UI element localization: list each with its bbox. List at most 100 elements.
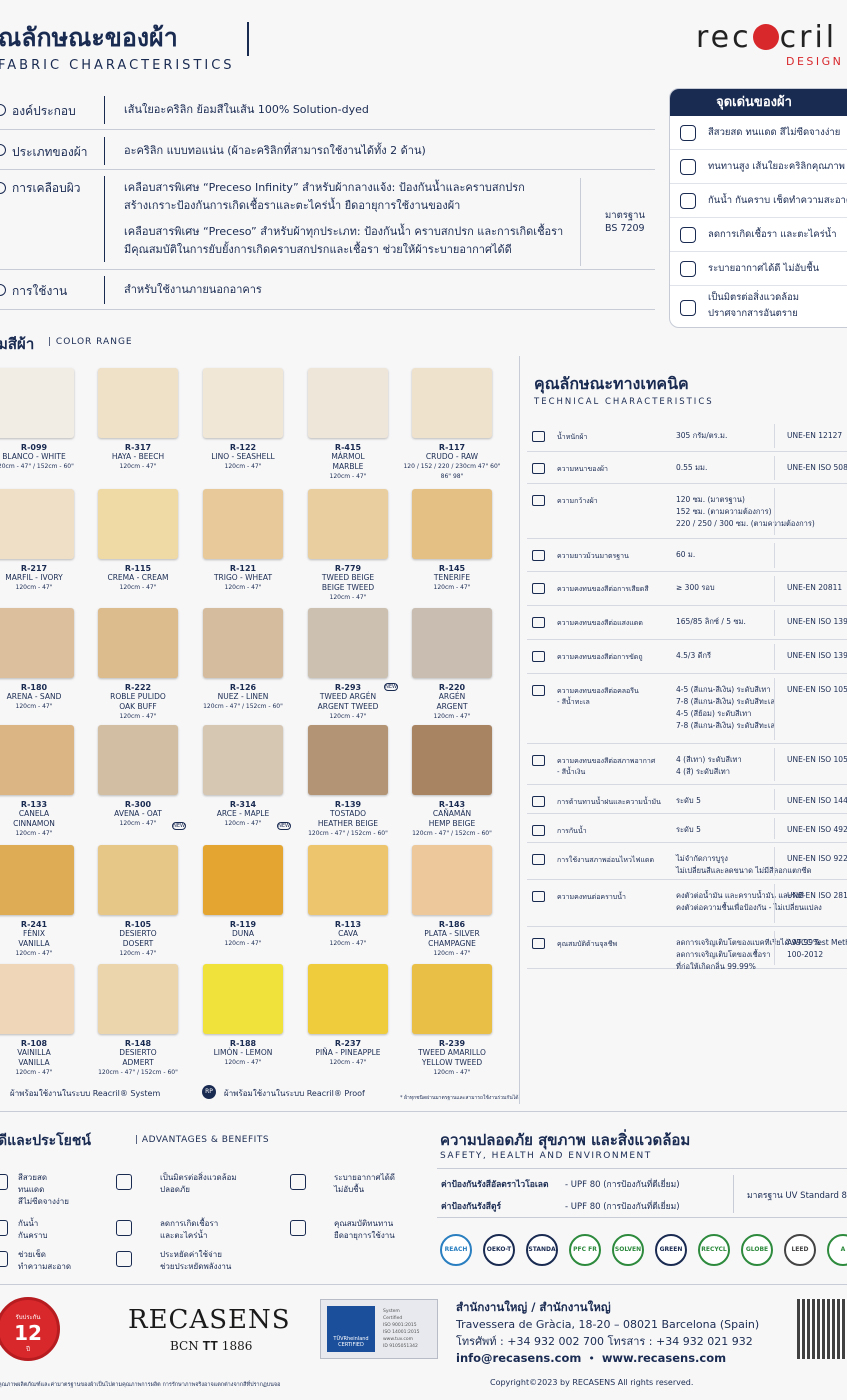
composition-icon <box>0 104 6 116</box>
new-badge: NEW <box>277 822 291 830</box>
swatch-name: ROBLE PULIDO <box>110 692 166 701</box>
qr-code[interactable] <box>797 1299 847 1359</box>
swatch: R-188 LIMÓN - LEMON 120cm - 47" <box>191 964 295 1068</box>
advantage-line: กันคราบ <box>18 1231 48 1240</box>
spec-value: 0.55 มม. <box>676 463 708 472</box>
swatch-code: R-220 <box>438 683 466 692</box>
swatch: R-239 TWEED AMARILLO YELLOW TWEED 120cm - 4… <box>400 964 504 1078</box>
tuv-line: Certified <box>383 1316 403 1321</box>
swatch: R-222 ROBLE PULIDO OAK BUFF 120cm - 47" <box>86 608 190 722</box>
swatch: R-099 BLANCO - WHITE 120cm - 47" / 152cm -… <box>0 368 86 472</box>
row-label: การเคลือบผิว <box>12 181 81 195</box>
swatch-size: 120cm - 47" <box>15 1069 53 1076</box>
swatch-size: 120cm - 47" <box>433 713 471 720</box>
tuv-line: www.tuv.com <box>383 1337 414 1342</box>
advantage-line: ยืดอายุการใช้งาน <box>334 1231 395 1240</box>
spec-label: ความคงทนของสีต่อสภาพอากาศ <box>557 757 656 765</box>
swatch-name: MARBLE <box>332 462 364 471</box>
spec-value: 305 กรัม/ตร.ม. <box>676 431 728 440</box>
advantage-line: คุณสมบัติทนทาน <box>334 1219 394 1228</box>
swatch-code: R-779 <box>334 564 362 573</box>
air-icon <box>290 1174 306 1190</box>
swatch: R-180 ARENA - SAND 120cm - 47" <box>0 608 86 712</box>
swatch: R-117 CRUDO - RAW 120 / 152 / 220 / 230cm … <box>400 368 504 482</box>
recasens-subtitle: BCN 𝐓𝐓 1886 <box>170 1339 253 1353</box>
spec-label: การต้านทานน้ำฝนและความน้ำมัน <box>557 798 661 806</box>
advantage-line: ทนแดด <box>18 1185 45 1194</box>
safety-table: ค่าป้องกันรังสีอัลตราไวโอเลต - UPF 80 (ก… <box>437 1168 847 1218</box>
swatch-name: HEATHER BEIGE <box>317 819 379 828</box>
technical-subtitle: TECHNICAL CHARACTERISTICS <box>534 397 714 407</box>
spec-standard: UNE-EN ISO 144 <box>787 796 847 805</box>
swatch-chip <box>98 964 178 1034</box>
row-value: มีคุณสมบัติในการยับยั้งการเกิดคราบสกปรกแ… <box>124 243 512 256</box>
spec-standard: UNE-EN ISO 2813 <box>787 891 847 900</box>
technical-row: ความคงทนต่อคราบน้ำ คงตัวต่อน้ำมัน และคราบ… <box>527 880 847 927</box>
swatch-chip <box>203 489 283 559</box>
swatch-size: 120cm - 47" <box>329 594 367 601</box>
advantages-title: ุดีและประโยชน์ <box>0 1133 91 1149</box>
swatch-name: ARGENT TWEED <box>317 702 379 711</box>
swatch-code: R-180 <box>20 683 48 692</box>
technical-row: ความคงทนของสีต่อแสงแดด 165/85 ลิกซ์ / 5 ซ… <box>527 606 847 640</box>
advantage-text: ลดการเกิดเชื้อรา และตะไคร่น้ำ <box>160 1218 218 1242</box>
office-email[interactable]: info@recasens.com <box>456 1351 581 1365</box>
swatch-chip <box>98 845 178 915</box>
swatch-name: PLATA - SILVER <box>424 929 480 938</box>
highlight-text: เป็นมิตรต่อสิ่งแวดล้อม <box>708 292 800 303</box>
swatch-name: PIÑA - PINEAPPLE <box>315 1048 381 1057</box>
swatch-size: 120cm - 47" <box>329 1059 367 1066</box>
spec-value: ระดับ 5 <box>676 825 701 834</box>
office-website[interactable]: www.recasens.com <box>602 1351 726 1365</box>
spec-icon <box>532 431 545 442</box>
color-range-subtitle: | COLOR RANGE <box>48 337 133 347</box>
swatch-chip <box>308 845 388 915</box>
system-note: ผ้าพร้อมใช้งานในระบบ Reacril® System <box>10 1089 161 1098</box>
composition-row: ประเภทของผ้า อะคริลิก แบบทอแน่น (ผ้าอะคร… <box>0 130 655 170</box>
spec-value: 60 ม. <box>676 550 696 559</box>
swatch-code: R-133 <box>20 800 48 809</box>
swatch-name: CAÑAMÁN <box>432 809 472 818</box>
advantage-text: คุณสมบัติทนทานยืดอายุการใช้งาน <box>334 1218 395 1242</box>
swatch-name: VAINILLA <box>17 1048 51 1057</box>
swatch-chip <box>0 489 74 559</box>
spec-divider <box>774 818 775 839</box>
swatch: R-220 ARGÉN ARGENT 120cm - 47" <box>400 608 504 722</box>
swatch-size: 120cm - 47" <box>119 463 157 470</box>
swatch-chip <box>412 489 492 559</box>
swatch-chip <box>308 608 388 678</box>
swatch-footnote: * ผ้าทุกชนิดผ่านมาตรฐานและสามารถใช้งานร่… <box>400 1095 519 1101</box>
spec-divider <box>774 456 775 480</box>
technical-row: น้ำหนักผ้า 305 กรัม/ตร.ม. UNE-EN 12127 <box>527 420 847 452</box>
swatch-code: R-148 <box>124 1039 152 1048</box>
swatch-size: 120cm - 47" <box>224 940 262 947</box>
saving-icon <box>116 1251 132 1267</box>
swatch-name: ADMERT <box>122 1058 154 1067</box>
swatch-name: CHAMPAGNE <box>428 939 476 948</box>
swatch-code: R-300 <box>124 800 152 809</box>
standard-label: มาตรฐาน <box>605 210 645 221</box>
spec-value: 4 (สี) ระดับสีเทา <box>676 767 730 776</box>
spec-standard: 100-2012 <box>787 950 824 959</box>
swatch-code: R-139 <box>334 800 362 809</box>
spec-value: 7-8 (สีแกน-สีเงิน) ระดับสีทะเล <box>676 697 775 706</box>
swatch-code: R-317 <box>124 443 152 452</box>
swatch-name: DESIERTO <box>119 929 157 938</box>
swatch-size: 120cm - 47" <box>433 1069 471 1076</box>
tuv-logo: TÜVRheinland CERTIFIED <box>327 1306 375 1352</box>
composition-row: องค์ประกอบ เส้นใยอะคริลิก ย้อมสีในเส้น 1… <box>0 88 655 130</box>
technical-row: คุณสมบัติต้านจุลชีพ ลดการเจริญเติบโตของแบ… <box>527 927 847 971</box>
breathable-icon <box>680 260 696 277</box>
spec-label: ความคงทนของสีต่อแสงแดด <box>557 619 643 627</box>
highlight-item: ทนทานสูง เส้นใยอะคริลิกคุณภาพ <box>670 150 847 184</box>
new-badge: NEW <box>172 822 186 830</box>
spec-label: ความคงทนต่อคราบน้ำ <box>557 893 626 901</box>
recasens-logo: RECASENS <box>128 1305 291 1335</box>
swatch-chip <box>203 368 283 438</box>
swatch-size: 120cm - 47" / 152cm - 60" <box>0 463 74 470</box>
durable-icon <box>290 1220 306 1236</box>
recacril-logo: rec cril <box>696 20 838 55</box>
swatch-chip <box>203 608 283 678</box>
certification-badge: A <box>827 1234 847 1266</box>
technical-row: การต้านทานน้ำฝนและความน้ำมัน ระดับ 5 UNE-E… <box>527 785 847 814</box>
